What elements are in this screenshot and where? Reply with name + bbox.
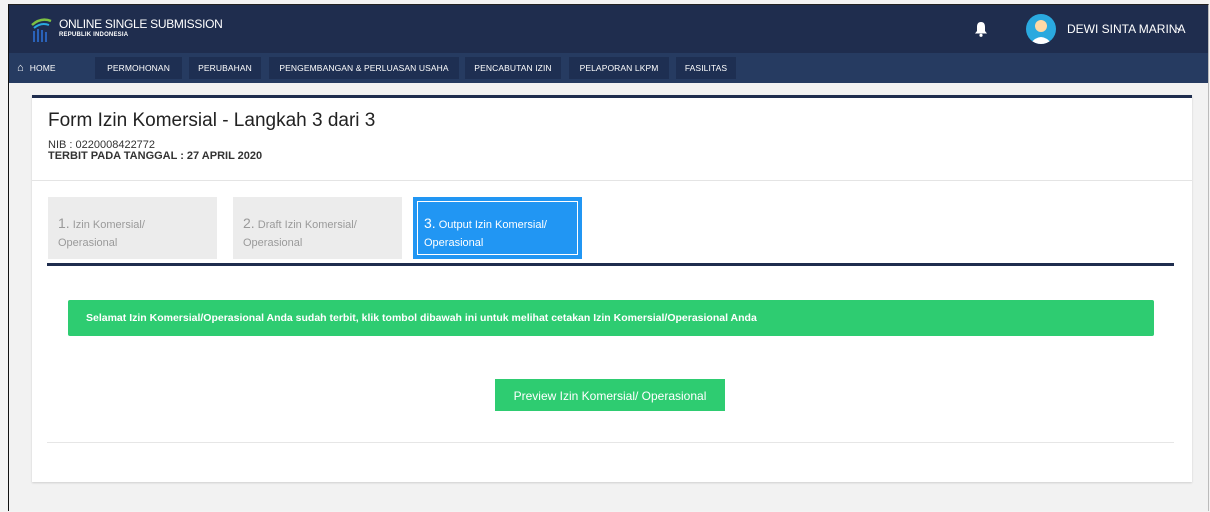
home-icon: ⌂ (17, 62, 24, 74)
success-alert: Selamat Izin Komersial/Operasional Anda … (68, 300, 1154, 336)
issue-date-text: TERBIT PADA TANGGAL : 27 APRIL 2020 (48, 150, 263, 162)
user-name[interactable]: DEWI SINTA MARINA (1067, 22, 1185, 36)
step-label: Izin Komersial/ (72, 219, 145, 231)
step-label: Output Izin Komersial/ (438, 219, 547, 231)
nav-pencabutan-izin[interactable]: PENCABUTAN IZIN (465, 57, 561, 79)
step-label-line2: Operasional (424, 237, 484, 249)
avatar[interactable] (1026, 14, 1056, 44)
step-number: 3. (424, 215, 436, 231)
step-number: 1. (58, 215, 70, 231)
step-label-line2: Operasional (243, 237, 303, 249)
preview-button[interactable]: Preview Izin Komersial/ Operasional (495, 379, 725, 411)
top-bar: ONLINE SINGLE SUBMISSION REPUBLIK INDONE… (9, 5, 1208, 53)
step-label-line2: Operasional (58, 237, 118, 249)
footer-divider (47, 442, 1174, 443)
app-window: ONLINE SINGLE SUBMISSION REPUBLIK INDONE… (8, 4, 1209, 511)
form-card: Form Izin Komersial - Langkah 3 dari 3 N… (32, 95, 1192, 482)
step-label: Draft Izin Komersial/ (257, 219, 357, 231)
brand[interactable]: ONLINE SINGLE SUBMISSION REPUBLIK INDONE… (59, 18, 223, 39)
brand-subtitle: REPUBLIK INDONESIA (59, 32, 129, 38)
chevron-down-icon[interactable]: ⌄ (1174, 20, 1183, 33)
step-2-tab[interactable]: 2. Draft Izin Komersial/ Operasional (233, 197, 402, 259)
step-number: 2. (243, 215, 255, 231)
header-divider (32, 180, 1192, 181)
page-title: Form Izin Komersial - Langkah 3 dari 3 (48, 110, 376, 131)
brand-title: ONLINE SINGLE SUBMISSION (59, 17, 223, 31)
nav-perubahan[interactable]: PERUBAHAN (189, 57, 261, 79)
nav-home[interactable]: ⌂ HOME (17, 57, 87, 79)
nav-pelaporan-lkpm[interactable]: PELAPORAN LKPM (569, 57, 669, 79)
nav-permohonan[interactable]: PERMOHONAN (95, 57, 182, 79)
user-icon (1030, 20, 1052, 44)
oss-logo-icon (31, 18, 52, 42)
active-step-frame: 3. Output Izin Komersial/ Operasional (417, 201, 578, 255)
main-nav: ⌂ HOME PERMOHONAN PERUBAHAN PENGEMBANGAN … (9, 53, 1208, 83)
nav-pengembangan[interactable]: PENGEMBANGAN & PERLUASAN USAHA (269, 57, 459, 79)
nav-fasilitas[interactable]: FASILITAS (676, 57, 736, 79)
steps-divider (47, 263, 1174, 266)
nav-home-label: HOME (29, 63, 56, 73)
step-3-tab[interactable]: 3. Output Izin Komersial/ Operasional (413, 197, 582, 259)
step-1-tab[interactable]: 1. Izin Komersial/ Operasional (48, 197, 217, 259)
bell-icon[interactable] (974, 21, 988, 37)
